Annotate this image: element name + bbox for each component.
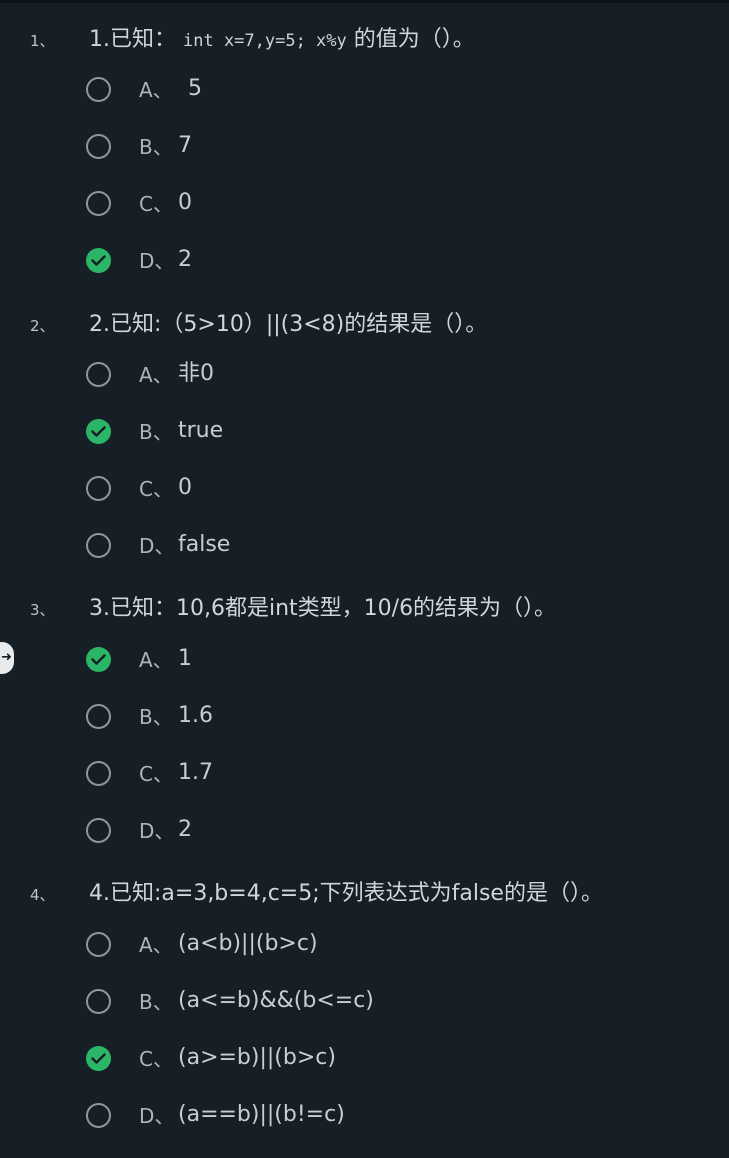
option-letter: C、 bbox=[139, 477, 173, 501]
option-text: (a<b)||(b>c) bbox=[178, 931, 318, 956]
radio-button[interactable] bbox=[86, 1103, 111, 1128]
option-letter: B、 bbox=[139, 705, 173, 729]
radio-button[interactable] bbox=[86, 989, 111, 1014]
question-number: 1、 bbox=[30, 32, 55, 50]
radio-button-checked[interactable] bbox=[86, 419, 111, 444]
question-number: 3、 bbox=[30, 601, 55, 619]
radio-button-checked[interactable] bbox=[86, 248, 111, 273]
checkmark-icon bbox=[91, 426, 106, 437]
arrow-right-icon: ➜ bbox=[1, 650, 12, 665]
radio-button[interactable] bbox=[86, 362, 111, 387]
option-letter: B、 bbox=[139, 420, 173, 444]
option-text: true bbox=[178, 418, 224, 443]
option-text: 2 bbox=[178, 817, 192, 842]
question-text: 2.已知:（5>10）||(3<8)的结果是（）。 bbox=[89, 312, 488, 337]
question-text: 1.已知： int x=7,y=5; x%y 的值为（）。 bbox=[89, 25, 475, 56]
option-text: 7 bbox=[178, 133, 192, 158]
option-1b[interactable]: B、 7 bbox=[86, 133, 686, 164]
radio-button[interactable] bbox=[86, 704, 111, 729]
option-letter: A、 bbox=[139, 78, 173, 102]
option-text: 非0 bbox=[178, 361, 214, 386]
option-3c[interactable]: C、 1.7 bbox=[86, 760, 686, 791]
option-1d[interactable]: D、 2 bbox=[86, 247, 686, 278]
radio-button[interactable] bbox=[86, 191, 111, 216]
option-2b[interactable]: B、 true bbox=[86, 418, 686, 449]
radio-button[interactable] bbox=[86, 932, 111, 957]
option-letter: B、 bbox=[139, 990, 173, 1014]
question-text-prefix: 1.已知： bbox=[89, 27, 176, 52]
option-letter: D、 bbox=[139, 819, 175, 843]
option-letter: D、 bbox=[139, 1104, 175, 1128]
option-text: 2 bbox=[178, 247, 192, 272]
option-letter: A、 bbox=[139, 648, 173, 672]
option-letter: D、 bbox=[139, 249, 175, 273]
option-text: (a>=b)||(b>c) bbox=[178, 1045, 336, 1070]
option-text: 0 bbox=[178, 475, 192, 500]
checkmark-icon bbox=[91, 1053, 106, 1064]
top-border bbox=[0, 0, 729, 3]
radio-button[interactable] bbox=[86, 761, 111, 786]
radio-button[interactable] bbox=[86, 818, 111, 843]
option-letter: A、 bbox=[139, 933, 173, 957]
option-4a[interactable]: A、 (a<b)||(b>c) bbox=[86, 931, 686, 962]
option-text: 1.7 bbox=[178, 760, 213, 785]
checkmark-icon bbox=[91, 654, 106, 665]
question-number: 2、 bbox=[30, 317, 55, 335]
question-number: 4、 bbox=[30, 886, 55, 904]
option-3b[interactable]: B、 1.6 bbox=[86, 703, 686, 734]
question-text-suffix: 的值为（）。 bbox=[353, 27, 475, 52]
question-text: 4.已知:a=3,b=4,c=5;下列表达式为false的是（）。 bbox=[89, 881, 603, 906]
radio-button-checked[interactable] bbox=[86, 647, 111, 672]
option-letter: A、 bbox=[139, 363, 173, 387]
question-text: 3.已知：10,6都是int类型，10/6的结果为（）。 bbox=[89, 596, 557, 621]
option-text: 5 bbox=[188, 76, 202, 101]
option-letter: C、 bbox=[139, 192, 173, 216]
option-text: 1.6 bbox=[178, 703, 213, 728]
option-2c[interactable]: C、 0 bbox=[86, 475, 686, 506]
side-drawer-handle[interactable]: ➜ bbox=[0, 642, 14, 674]
option-2d[interactable]: D、 false bbox=[86, 532, 686, 563]
option-4d[interactable]: D、 (a==b)||(b!=c) bbox=[86, 1102, 686, 1133]
option-4b[interactable]: B、 (a<=b)&&(b<=c) bbox=[86, 988, 686, 1019]
radio-button[interactable] bbox=[86, 533, 111, 558]
option-letter: C、 bbox=[139, 1047, 173, 1071]
option-text: false bbox=[178, 532, 231, 557]
option-letter: D、 bbox=[139, 534, 175, 558]
option-3d[interactable]: D、 2 bbox=[86, 817, 686, 848]
option-text: 1 bbox=[178, 646, 192, 671]
option-1a[interactable]: A、 5 bbox=[86, 76, 686, 107]
option-letter: C、 bbox=[139, 762, 173, 786]
option-text: (a<=b)&&(b<=c) bbox=[178, 988, 374, 1013]
option-1c[interactable]: C、 0 bbox=[86, 190, 686, 221]
radio-button[interactable] bbox=[86, 134, 111, 159]
option-letter: B、 bbox=[139, 135, 173, 159]
question-code: int x=7,y=5; x%y bbox=[183, 31, 347, 51]
radio-button[interactable] bbox=[86, 476, 111, 501]
option-text: (a==b)||(b!=c) bbox=[178, 1102, 345, 1127]
option-4c[interactable]: C、 (a>=b)||(b>c) bbox=[86, 1045, 686, 1076]
radio-button-checked[interactable] bbox=[86, 1046, 111, 1071]
option-2a[interactable]: A、 非0 bbox=[86, 361, 686, 392]
option-text: 0 bbox=[178, 190, 192, 215]
checkmark-icon bbox=[91, 255, 106, 266]
option-3a[interactable]: A、 1 bbox=[86, 646, 686, 677]
radio-button[interactable] bbox=[86, 77, 111, 102]
